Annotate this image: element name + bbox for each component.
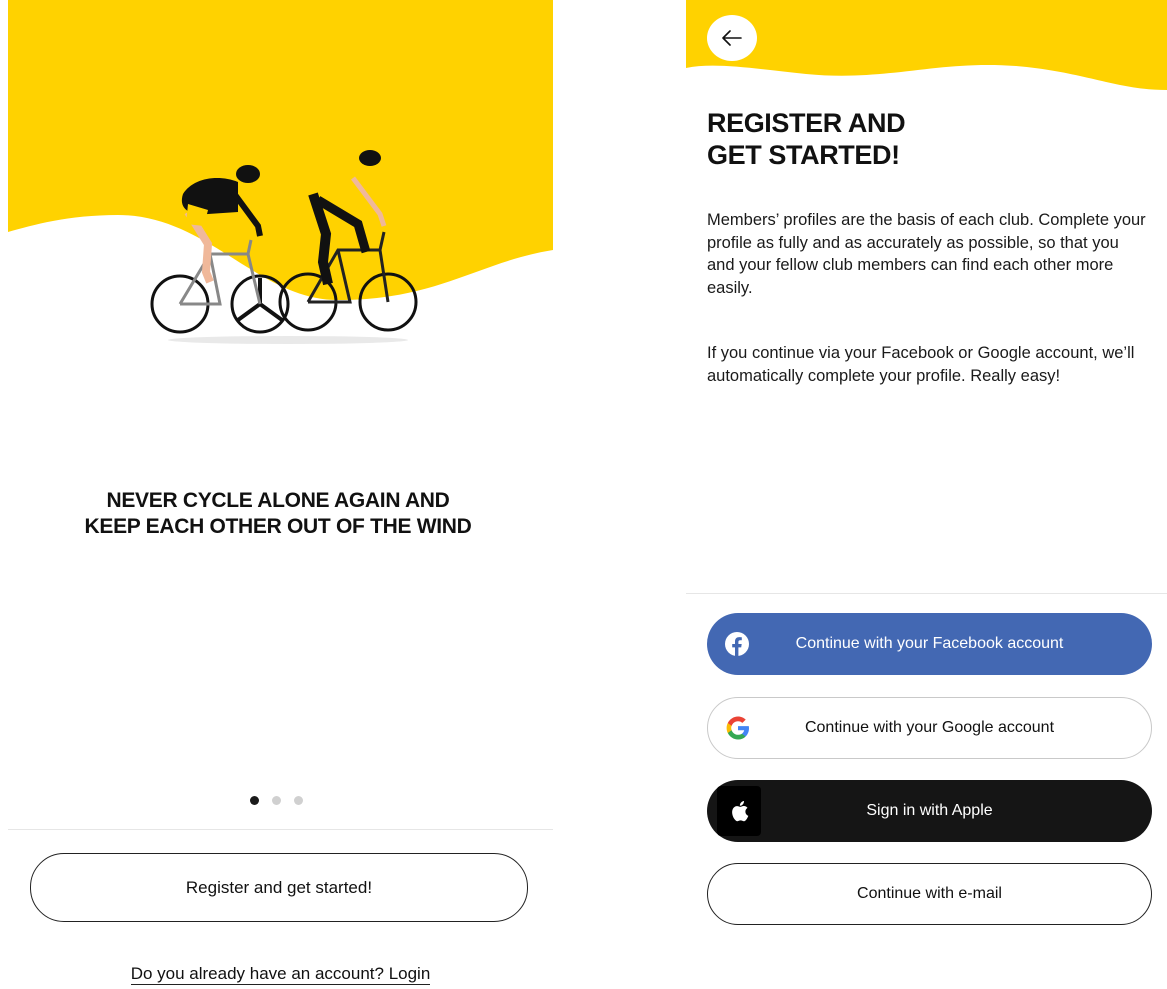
apple-icon bbox=[717, 786, 761, 836]
two-cyclists-illustration bbox=[150, 150, 418, 344]
email-login-button[interactable]: Continue with e-mail bbox=[707, 863, 1152, 925]
page-title-line-1: REGISTER AND bbox=[707, 108, 906, 138]
social-login-info-text: If you continue via your Facebook or Goo… bbox=[707, 344, 1135, 385]
facebook-icon bbox=[725, 632, 749, 656]
profile-intro-text: Members’ profiles are the basis of each … bbox=[707, 211, 1146, 297]
divider bbox=[686, 593, 1167, 594]
register-screen: REGISTER AND GET STARTED! Members’ profi… bbox=[686, 0, 1167, 989]
register-button[interactable]: Register and get started! bbox=[30, 853, 528, 922]
google-login-label: Continue with your Google account bbox=[804, 719, 1055, 736]
email-login-label: Continue with e-mail bbox=[857, 885, 1002, 902]
google-login-button[interactable]: Continue with your Google account bbox=[707, 697, 1152, 759]
google-icon bbox=[726, 716, 750, 740]
back-button[interactable] bbox=[707, 15, 757, 61]
onboarding-tagline: NEVER CYCLE ALONE AGAIN AND KEEP EACH OT… bbox=[84, 489, 472, 538]
facebook-login-label: Continue with your Facebook account bbox=[795, 635, 1064, 652]
carousel-dot-1[interactable] bbox=[250, 796, 259, 805]
carousel-pagination[interactable] bbox=[250, 796, 303, 805]
apple-login-label: Sign in with Apple bbox=[866, 802, 993, 819]
divider bbox=[8, 829, 553, 830]
arrow-left-icon bbox=[722, 30, 742, 46]
login-link[interactable]: Do you already have an account? Login bbox=[108, 964, 453, 985]
facebook-login-button[interactable]: Continue with your Facebook account bbox=[707, 613, 1152, 675]
carousel-dot-2[interactable] bbox=[272, 796, 281, 805]
onboarding-screen: NEVER CYCLE ALONE AGAIN AND KEEP EACH OT… bbox=[8, 0, 553, 989]
apple-login-button[interactable]: Sign in with Apple bbox=[707, 780, 1152, 842]
login-link-text[interactable]: Do you already have an account? Login bbox=[130, 964, 431, 985]
carousel-dot-3[interactable] bbox=[294, 796, 303, 805]
page-title: REGISTER AND GET STARTED! bbox=[707, 107, 1007, 171]
page-title-line-2: GET STARTED! bbox=[707, 140, 900, 170]
header-yellow-wave bbox=[686, 0, 1167, 90]
